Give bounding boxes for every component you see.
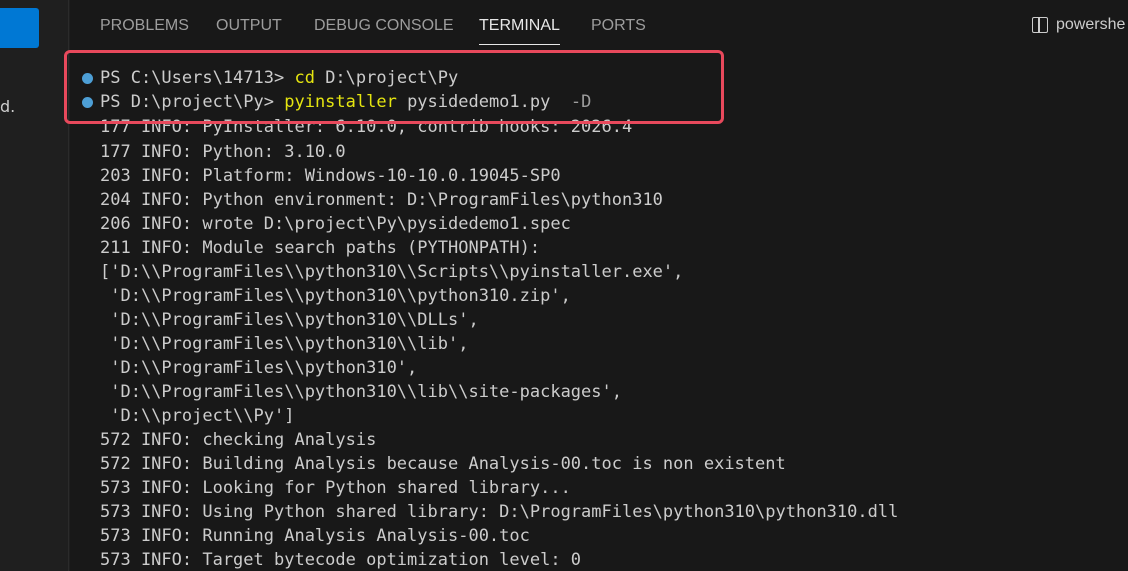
terminal-output-line: 'D:\\ProgramFiles\\python310',	[100, 358, 418, 378]
editor-sidebar-pane: d.	[0, 0, 69, 571]
terminal-prompt-line: PS C:\Users\14713> cd D:\project\Py	[100, 66, 458, 90]
tab-terminal[interactable]: TERMINAL	[479, 17, 560, 45]
command-args: pysidedemo1.py	[396, 92, 561, 112]
terminal-output-line: 572 INFO: checking Analysis	[100, 430, 377, 450]
bottom-panel: PROBLEMS OUTPUT DEBUG CONSOLE TERMINAL P…	[70, 0, 1128, 571]
split-terminal-icon[interactable]	[1032, 17, 1048, 33]
terminal-output-line: 211 INFO: Module search paths (PYTHONPAT…	[100, 238, 541, 258]
terminal-output-line: 572 INFO: Building Analysis because Anal…	[100, 454, 786, 474]
terminal-output-line: 206 INFO: wrote D:\project\Py\pysidedemo…	[100, 214, 571, 234]
accent-button[interactable]	[0, 8, 39, 48]
panel-tab-bar: PROBLEMS OUTPUT DEBUG CONSOLE TERMINAL P…	[70, 0, 1128, 56]
terminal-output[interactable]: PS C:\Users\14713> cd D:\project\Py PS D…	[70, 56, 1128, 571]
command-name: cd	[294, 68, 315, 88]
terminal-output-line: 'D:\\ProgramFiles\\python310\\python310.…	[100, 286, 571, 306]
tab-debug-console[interactable]: DEBUG CONSOLE	[314, 17, 454, 35]
prompt-text: PS D:\project\Py>	[100, 92, 285, 112]
terminal-output-line: 573 INFO: Running Analysis Analysis-00.t…	[100, 526, 530, 546]
terminal-output-line: 'D:\\ProgramFiles\\python310\\lib',	[100, 334, 469, 354]
terminal-output-line: 177 INFO: PyInstaller: 6.10.0, contrib h…	[100, 117, 633, 137]
tab-ports[interactable]: PORTS	[591, 17, 646, 35]
command-name: pyinstaller	[284, 92, 397, 112]
command-flag: -D	[560, 92, 592, 112]
terminal-output-line: 'D:\\ProgramFiles\\python310\\lib\\site-…	[100, 382, 622, 402]
prompt-text: PS C:\Users\14713>	[100, 68, 295, 88]
shell-label: powershe	[1056, 16, 1126, 33]
terminal-output-line: 204 INFO: Python environment: D:\Program…	[100, 190, 663, 210]
terminal-output-line: ['D:\\ProgramFiles\\python310\\Scripts\\…	[100, 262, 684, 282]
terminal-output-line: 'D:\\project\\Py']	[100, 406, 295, 426]
terminal-output-line: 573 INFO: Target bytecode optimization l…	[100, 550, 582, 570]
terminal-output-line: 177 INFO: Python: 3.10.0	[100, 142, 346, 162]
editor-text-fragment: d.	[0, 97, 16, 116]
shell-selector[interactable]: powershe	[1032, 16, 1125, 34]
command-status-dot-icon[interactable]	[82, 97, 93, 108]
terminal-output-line: 573 INFO: Looking for Python shared libr…	[100, 478, 571, 498]
command-args: D:\project\Py	[314, 68, 459, 88]
terminal-output-line: 573 INFO: Using Python shared library: D…	[100, 502, 899, 522]
terminal-prompt-line: PS D:\project\Py> pyinstaller pysidedemo…	[100, 90, 591, 114]
terminal-output-line: 203 INFO: Platform: Windows-10-10.0.1904…	[100, 166, 561, 186]
tab-output[interactable]: OUTPUT	[216, 17, 282, 35]
app-window: d. PROBLEMS OUTPUT DEBUG CONSOLE TERMINA…	[0, 0, 1128, 571]
command-status-dot-icon[interactable]	[82, 73, 93, 84]
tab-problems[interactable]: PROBLEMS	[100, 17, 189, 35]
terminal-output-line: 'D:\\ProgramFiles\\python310\\DLLs',	[100, 310, 479, 330]
